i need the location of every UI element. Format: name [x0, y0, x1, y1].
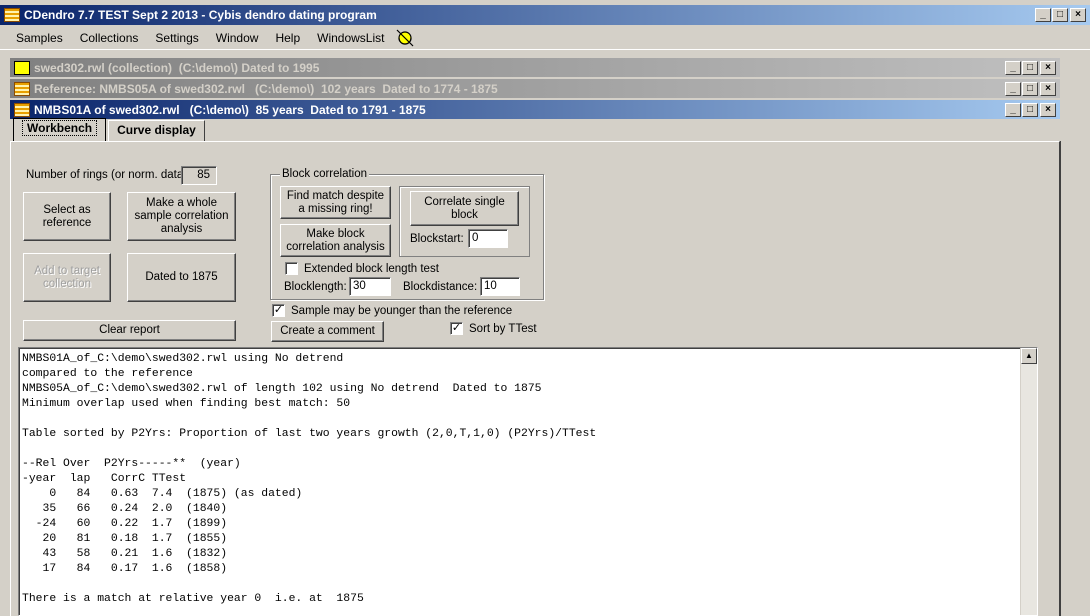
younger-label: Sample may be younger than the reference — [291, 305, 513, 317]
find-match-button[interactable]: Find match despite a missing ring! — [280, 186, 391, 219]
extended-block-checkbox[interactable] — [285, 262, 298, 275]
sort-ttest-label: Sort by TTest — [469, 323, 537, 335]
menu-bar: Samples Collections Settings Window Help… — [0, 26, 1090, 50]
restore-button[interactable]: □ — [1052, 8, 1068, 22]
close-button[interactable]: × — [1070, 8, 1086, 22]
block-correlation-button[interactable]: Make block correlation analysis — [280, 224, 391, 257]
rings-value: 85 — [181, 166, 217, 185]
child-window-title: Reference: NMBS05A of swed302.rwl (C:\de… — [34, 81, 498, 96]
collection-icon — [14, 60, 30, 75]
tab-strip: Workbench Curve display — [13, 118, 207, 142]
sort-ttest-checkbox[interactable]: ✓ — [450, 322, 463, 335]
scroll-up-icon[interactable]: ▲ — [1021, 348, 1037, 364]
app-icon — [4, 8, 20, 22]
add-to-target-button[interactable]: Add to target collection — [23, 253, 111, 302]
block-correlation-title: Block correlation — [280, 168, 370, 180]
report-text: NMBS01A_of_C:\demo\swed302.rwl using No … — [22, 353, 597, 605]
app-titlebar: CDendro 7.7 TEST Sept 2 2013 - Cybis den… — [0, 5, 1090, 25]
sample-icon — [14, 102, 30, 117]
rings-label: Number of rings (or norm. data): — [26, 169, 191, 181]
create-comment-button[interactable]: Create a comment — [271, 321, 384, 342]
menu-window[interactable]: Window — [216, 31, 259, 45]
report-textarea[interactable]: NMBS01A_of_C:\demo\swed302.rwl using No … — [18, 347, 1038, 616]
tab-workbench[interactable]: Workbench — [13, 118, 107, 142]
child-window-title: swed302.rwl (collection) (C:\demo\) Date… — [34, 60, 320, 75]
close-button[interactable]: × — [1040, 81, 1056, 96]
restore-button[interactable]: □ — [1022, 102, 1038, 117]
child-window-sample[interactable]: NMBS01A of swed302.rwl (C:\demo\) 85 yea… — [10, 100, 1060, 119]
blocklength-label: Blocklength: — [284, 281, 347, 293]
blockstart-label: Blockstart: — [410, 233, 464, 245]
window-edge — [1060, 141, 1090, 616]
minimize-button[interactable]: _ — [1005, 60, 1021, 75]
close-button[interactable]: × — [1040, 60, 1056, 75]
sun-icon[interactable] — [395, 28, 415, 48]
correlate-single-block-button[interactable]: Correlate single block — [410, 191, 519, 226]
child-window-title: NMBS01A of swed302.rwl (C:\demo\) 85 yea… — [34, 102, 426, 117]
younger-checkbox[interactable]: ✓ — [272, 304, 285, 317]
extended-block-label: Extended block length test — [304, 263, 439, 275]
app-title: CDendro 7.7 TEST Sept 2 2013 - Cybis den… — [24, 8, 377, 22]
restore-button[interactable]: □ — [1022, 60, 1038, 75]
child-window-reference[interactable]: Reference: NMBS05A of swed302.rwl (C:\de… — [10, 79, 1060, 98]
minimize-button[interactable]: _ — [1005, 102, 1021, 117]
dated-to-button[interactable]: Dated to 1875 — [127, 253, 236, 302]
blockdistance-input[interactable]: 10 — [480, 277, 520, 296]
menu-samples[interactable]: Samples — [16, 31, 63, 45]
blocklength-input[interactable]: 30 — [349, 277, 391, 296]
clear-report-button[interactable]: Clear report — [23, 320, 236, 341]
select-reference-button[interactable]: Select as reference — [23, 192, 111, 241]
menu-collections[interactable]: Collections — [80, 31, 139, 45]
menu-windowslist[interactable]: WindowsList — [317, 31, 384, 45]
tab-curve-display[interactable]: Curve display — [108, 120, 205, 142]
child-window-collection[interactable]: swed302.rwl (collection) (C:\demo\) Date… — [10, 58, 1060, 77]
whole-sample-correlation-button[interactable]: Make a whole sample correlation analysis — [127, 192, 236, 241]
blockdistance-label: Blockdistance: — [403, 281, 478, 293]
menu-help[interactable]: Help — [275, 31, 300, 45]
blockstart-input[interactable]: 0 — [468, 229, 508, 248]
menu-settings[interactable]: Settings — [155, 31, 198, 45]
close-button[interactable]: × — [1040, 102, 1056, 117]
minimize-button[interactable]: _ — [1035, 8, 1051, 22]
sample-icon — [14, 81, 30, 96]
minimize-button[interactable]: _ — [1005, 81, 1021, 96]
report-scrollbar[interactable]: ▲ — [1020, 348, 1037, 615]
restore-button[interactable]: □ — [1022, 81, 1038, 96]
